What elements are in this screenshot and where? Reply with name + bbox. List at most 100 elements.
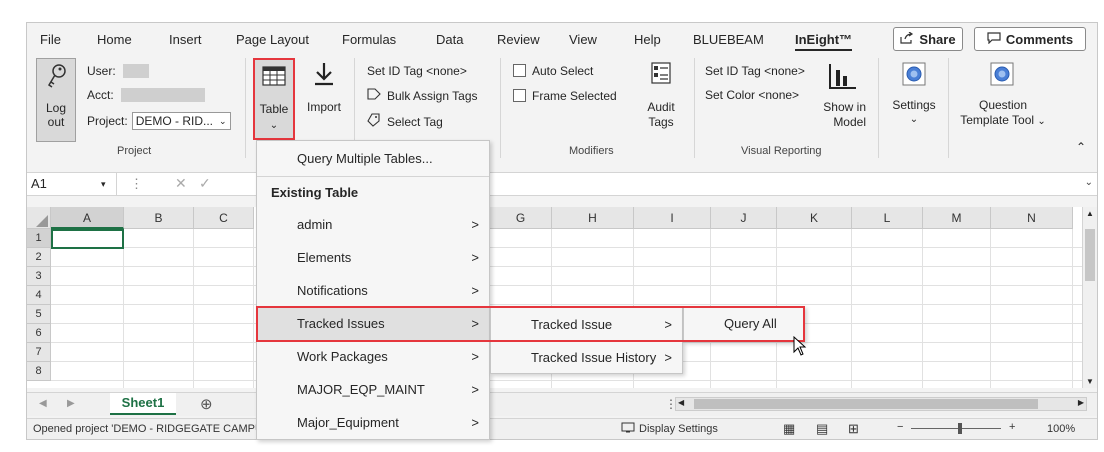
checkbox-icon [513, 64, 526, 77]
share-button[interactable]: Share [893, 27, 963, 51]
scroll-down-icon[interactable]: ▼ [1086, 377, 1094, 386]
tracked-issue-history-item[interactable]: Tracked Issue History > [491, 342, 682, 374]
column-header[interactable]: L [852, 207, 923, 229]
tab-review[interactable]: Review [497, 32, 540, 47]
row-header[interactable]: 8 [27, 362, 51, 381]
page-layout-view-icon[interactable]: ▤ [816, 421, 828, 437]
selected-cell-a1[interactable] [51, 229, 124, 249]
vertical-scrollbar[interactable]: ▲ ▼ [1082, 207, 1097, 388]
enter-icon[interactable]: ✓ [199, 175, 211, 192]
scroll-right-icon[interactable]: ▶ [1078, 398, 1084, 407]
horizontal-scrollbar[interactable]: ◀ ▶ [675, 397, 1087, 411]
zoom-slider[interactable] [911, 428, 1001, 429]
column-header[interactable]: B [124, 207, 194, 229]
normal-view-icon[interactable]: ▦ [783, 421, 795, 437]
comments-button[interactable]: Comments [974, 27, 1086, 51]
question-template-tool-button[interactable]: Question Template Tool ⌄ [950, 62, 1056, 138]
chevron-right-icon: > [664, 350, 672, 365]
column-header[interactable]: K [777, 207, 852, 229]
zoom-in-icon[interactable]: + [1009, 421, 1015, 433]
audit-icon [651, 62, 671, 87]
menu-item-tracked-issues[interactable]: Tracked Issues > [257, 308, 489, 340]
row-header[interactable]: 6 [27, 324, 51, 343]
select-all-corner[interactable] [27, 207, 51, 229]
column-header[interactable]: N [991, 207, 1073, 229]
row-gridline [51, 285, 1082, 286]
tracked-issue-item[interactable]: Tracked Issue > [491, 309, 682, 341]
audit-tags-button[interactable]: Audit Tags [636, 62, 686, 132]
project-row: Project: DEMO - RID... ⌄ [87, 112, 231, 130]
menu-item-major-eqp-maint[interactable]: MAJOR_EQP_MAINT > [257, 374, 489, 406]
scroll-thumb[interactable] [1085, 229, 1095, 281]
set-id-tag-button[interactable]: Set ID Tag <none> [367, 64, 467, 78]
display-settings-button[interactable]: Display Settings [621, 422, 718, 436]
tab-home[interactable]: Home [97, 32, 132, 47]
column-header[interactable]: H [552, 207, 634, 229]
project-select[interactable]: DEMO - RID... ⌄ [131, 112, 231, 130]
zoom-slider-thumb[interactable] [958, 423, 962, 434]
tab-ineight[interactable]: InEight™ [795, 32, 853, 51]
tab-insert[interactable]: Insert [169, 32, 202, 47]
chevron-right-icon: > [471, 217, 479, 232]
page-break-view-icon[interactable]: ⊞ [848, 421, 859, 437]
row-header[interactable]: 4 [27, 286, 51, 305]
tab-bluebeam[interactable]: BLUEBEAM [693, 32, 764, 47]
menu-item-work-packages[interactable]: Work Packages > [257, 341, 489, 373]
zoom-out-icon[interactable]: − [897, 421, 903, 433]
settings-button[interactable]: Settings ⌄ [886, 62, 942, 138]
visual-set-id-tag-button[interactable]: Set ID Tag <none> [705, 64, 805, 78]
row-header[interactable]: 7 [27, 343, 51, 362]
row-header[interactable]: 2 [27, 248, 51, 267]
set-color-button[interactable]: Set Color <none> [705, 88, 799, 102]
scroll-up-icon[interactable]: ▲ [1086, 209, 1094, 218]
menu-item-major-equipment[interactable]: Major_Equipment > [257, 407, 489, 439]
logout-button[interactable]: Log out [36, 58, 76, 142]
next-sheet-icon[interactable]: ▶ [67, 398, 75, 409]
column-header[interactable]: G [490, 207, 552, 229]
query-all-item[interactable]: Query All [684, 308, 804, 340]
menu-item-elements[interactable]: Elements > [257, 242, 489, 274]
select-tag-label: Select Tag [387, 114, 443, 129]
menu-item-admin[interactable]: admin > [257, 209, 489, 241]
tracked-issue-submenu: Query All [683, 306, 805, 342]
menu-item-notifications[interactable]: Notifications > [257, 275, 489, 307]
display-settings-label: Display Settings [639, 423, 718, 435]
import-button[interactable]: Import [301, 58, 347, 128]
tab-file[interactable]: File [40, 32, 61, 47]
tag-icon [367, 88, 381, 103]
tab-help[interactable]: Help [634, 32, 661, 47]
bulk-assign-tags-button[interactable]: Bulk Assign Tags [367, 88, 478, 103]
scroll-thumb[interactable] [694, 399, 1038, 409]
show-in-model-button[interactable]: Show in Model [818, 62, 868, 134]
tab-formulas[interactable]: Formulas [342, 32, 396, 47]
row-header[interactable]: 3 [27, 267, 51, 286]
sheet-tab-sheet1[interactable]: Sheet1 [110, 393, 176, 415]
auto-select-checkbox[interactable]: Auto Select [513, 64, 593, 78]
tab-view[interactable]: View [569, 32, 597, 47]
column-header[interactable]: A [51, 207, 124, 229]
row-header[interactable]: 1 [27, 229, 51, 248]
column-header[interactable]: M [923, 207, 991, 229]
prev-sheet-icon[interactable]: ◀ [39, 398, 47, 409]
add-sheet-icon[interactable]: ⊕ [200, 395, 213, 413]
tab-page-layout[interactable]: Page Layout [236, 32, 309, 47]
column-header[interactable]: C [194, 207, 254, 229]
collapse-ribbon-icon[interactable]: ⌃ [1076, 140, 1086, 154]
formula-bar: A1 ▾ ⋮ ✕ ✓ ⌄ [27, 172, 1097, 196]
expand-formula-icon[interactable]: ⌄ [1085, 177, 1093, 188]
select-tag-button[interactable]: Select Tag [367, 113, 443, 130]
query-all-label: Query All [724, 316, 777, 331]
scroll-left-icon[interactable]: ◀ [678, 398, 684, 407]
query-multiple-tables-item[interactable]: Query Multiple Tables... [257, 143, 489, 175]
frame-selected-checkbox[interactable]: Frame Selected [513, 89, 617, 103]
separator [245, 58, 246, 158]
tab-data[interactable]: Data [436, 32, 463, 47]
name-box[interactable]: A1 ▾ [27, 173, 117, 195]
row-header[interactable]: 5 [27, 305, 51, 324]
chevron-right-icon: > [471, 415, 479, 430]
table-button[interactable]: Table ⌄ [253, 58, 295, 140]
cancel-icon[interactable]: ✕ [175, 175, 187, 192]
column-header[interactable]: I [634, 207, 711, 229]
row-gridline [51, 266, 1082, 267]
column-header[interactable]: J [711, 207, 777, 229]
